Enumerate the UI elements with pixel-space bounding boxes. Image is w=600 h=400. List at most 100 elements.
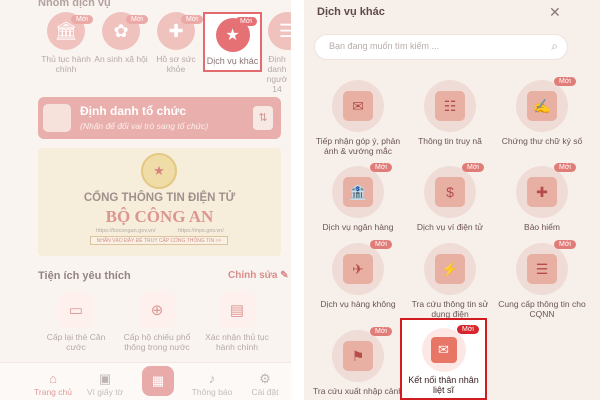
immigration-icon: ⚑ <box>343 341 373 371</box>
banner-line1: CỔNG THÔNG TIN ĐIỆN TỬ <box>83 192 236 204</box>
tab-label: Cài đặt <box>251 387 279 397</box>
service-label: Chứng thư chữ ký số <box>501 136 583 146</box>
tab-label: Trang chủ <box>34 387 72 397</box>
police-emblem-icon: ★ <box>141 153 177 189</box>
service-icon-bg: ✉ <box>332 80 384 132</box>
new-badge: Mới <box>370 163 392 172</box>
martyr-family-icon: ✉ <box>430 337 457 363</box>
tab-thong-bao[interactable]: ♪ Thông báo <box>187 371 237 397</box>
new-badge: Mới <box>71 15 93 24</box>
service-label: Cung cấp thông tin cho CQNN <box>498 299 586 319</box>
document-check-icon: ▤ <box>219 292 255 328</box>
service-label: Hồ sơ sức khỏe <box>156 54 196 74</box>
gear-icon: ⚙ <box>259 371 271 386</box>
org-identity-card[interactable]: Định danh tổ chức (Nhấn để đổi vai trò s… <box>38 97 281 139</box>
service-thong-tin-truy-na[interactable]: ☷ Thông tin truy nã <box>404 80 496 146</box>
service-cung-cap-thong-tin-cqnn[interactable]: Mới ☰ Cung cấp thông tin cho CQNN <box>496 240 588 319</box>
service-icon-bg: ⚑ <box>332 330 384 382</box>
banner-site-2: https://mps.gov.vn/ <box>178 228 224 234</box>
service-dinh-danh[interactable]: ☰ Định danh ngườ 14 <box>262 12 291 94</box>
service-label: Định danh ngườ 14 <box>266 54 288 94</box>
search-icon: ⌕ <box>551 39 558 53</box>
service-ket-noi-than-nhan-liet-si[interactable]: Mới ✉ Kết nối thân nhân liệt sĩ <box>400 318 487 400</box>
other-services-sheet: Dịch vụ khác ✕ ⌕ ✉ Tiếp nhận góp ý, phản… <box>304 0 600 400</box>
digital-signature-icon: ✍ <box>527 91 557 121</box>
bell-icon: ♪ <box>208 371 216 386</box>
sheet-title: Dịch vụ khác <box>317 6 385 18</box>
service-dich-vu-khac[interactable]: Mới ★ Dịch vụ khác <box>203 12 262 72</box>
tab-trang-chu[interactable]: ⌂ Trang chủ <box>28 371 78 397</box>
info-share-icon: ☰ <box>527 254 557 284</box>
wanted-notice-icon: ☷ <box>435 91 465 121</box>
service-label: Bảo hiểm <box>524 222 560 232</box>
id-icon: ☰ <box>268 12 291 50</box>
section-title: Nhóm dịch vụ <box>38 0 111 9</box>
qr-icon: ▦ <box>151 373 165 388</box>
service-icon-bg: ✍ <box>516 80 568 132</box>
banner-line2: BỘ CÔNG AN <box>105 207 214 226</box>
new-badge: Mới <box>554 240 576 249</box>
service-chung-thu-chu-ky-so[interactable]: Mới ✍ Chứng thư chữ ký số <box>496 77 588 146</box>
service-icon-bg: ✉ <box>421 328 466 372</box>
service-label: Tra cứu thông tin sử dụng điện <box>411 299 489 319</box>
service-thong-tin-dien[interactable]: ⚡ Tra cứu thông tin sử dụng điện <box>404 243 496 319</box>
new-badge: Mới <box>457 325 479 334</box>
new-badge: Mới <box>554 163 576 172</box>
utility-xac-nhan-thu-tuc[interactable]: ▤ Xác nhận thủ tục hành chính <box>197 292 277 352</box>
service-label: Thông tin truy nã <box>418 136 482 146</box>
org-document-icon <box>43 104 71 132</box>
service-label: Dịch vụ ví điện tử <box>416 222 484 232</box>
feedback-mail-icon: ✉ <box>343 91 373 121</box>
qr-scan-button[interactable]: ▦ <box>142 366 174 396</box>
service-icon-bg: ☷ <box>424 80 476 132</box>
tab-vi-giay-to[interactable]: ▣ Ví giấy tờ <box>80 371 130 397</box>
edit-button[interactable]: Chỉnh sửa ✎ <box>228 270 289 281</box>
service-xuat-nhap-canh[interactable]: Mới ⚑ Tra cứu xuất nhập cảnh <box>312 327 404 396</box>
close-icon[interactable]: ✕ <box>549 4 561 21</box>
service-hang-khong[interactable]: Mới ✈ Dịch vụ hàng không <box>312 240 404 309</box>
utility-label: Cấp lại thẻ Căn cước <box>46 332 106 352</box>
pencil-icon: ✎ <box>280 270 289 281</box>
utilities-title: Tiện ích yêu thích <box>38 270 131 282</box>
electricity-icon: ⚡ <box>435 254 465 284</box>
service-label: Tiếp nhận góp ý, phản ánh & vướng mắc <box>315 136 401 156</box>
tab-label: Thông báo <box>191 387 233 397</box>
service-bao-hiem[interactable]: Mới ✚ Bảo hiểm <box>496 163 588 232</box>
service-an-sinh-xa-hoi[interactable]: Mới ✿ An sinh xã hội <box>91 12 151 64</box>
edit-label: Chỉnh sửa <box>228 270 278 281</box>
service-icon-bg: ✚ <box>516 166 568 218</box>
service-label: Dịch vụ khác <box>206 56 259 66</box>
service-ho-so-suc-khoe[interactable]: Mới ✚ Hồ sơ sức khỏe <box>146 12 206 74</box>
search-box[interactable]: ⌕ <box>314 34 568 60</box>
tab-label: Ví giấy tờ <box>86 387 124 397</box>
service-gop-y-phan-anh[interactable]: ✉ Tiếp nhận góp ý, phản ánh & vướng mắc <box>312 80 404 156</box>
service-icon-bg: 🏦 <box>332 166 384 218</box>
utility-label: Cấp hộ chiếu phổ thông trong nước <box>123 332 191 352</box>
service-icon-bg: $ <box>424 166 476 218</box>
tab-cai-dat[interactable]: ⚙ Cài đặt <box>240 371 290 397</box>
service-label: Dịch vụ hàng không <box>320 299 396 309</box>
search-input[interactable] <box>329 41 539 51</box>
service-label: Tra cứu xuất nhập cảnh <box>313 386 403 396</box>
service-label: Kết nối thân nhân liệt sĩ <box>408 375 479 395</box>
new-badge: Mới <box>370 240 392 249</box>
service-ngan-hang[interactable]: Mới 🏦 Dịch vụ ngân hàng <box>312 163 404 232</box>
banner-access-button[interactable]: NHẤN VÀO ĐÂY ĐỂ TRUY CẬP CỔNG THÔNG TIN … <box>90 236 228 245</box>
new-badge: Mới <box>462 163 484 172</box>
id-card-icon: ▭ <box>58 292 94 328</box>
service-vi-dien-tu[interactable]: Mới $ Dịch vụ ví điện tử <box>404 163 496 232</box>
service-icon-bg: ☰ <box>516 243 568 295</box>
new-badge: Mới <box>554 77 576 86</box>
new-badge: Mới <box>126 15 148 24</box>
utility-label: Xác nhận thủ tục hành chính <box>205 332 269 352</box>
swap-icon[interactable]: ⇅ <box>253 106 273 130</box>
service-thu-tuc-hanh-chinh[interactable]: Mới 🏛 Thủ tục hành chính <box>36 12 96 74</box>
utility-cap-lai-the[interactable]: ▭ Cấp lại thẻ Căn cước <box>36 292 116 352</box>
service-label: An sinh xã hội <box>94 54 148 64</box>
service-label: Dịch vụ ngân hàng <box>322 222 394 232</box>
org-title: Định danh tổ chức <box>80 104 187 118</box>
service-icon-bg: ⚡ <box>424 243 476 295</box>
portal-banner[interactable]: ★ CỔNG THÔNG TIN ĐIỆN TỬ BỘ CÔNG AN http… <box>38 148 281 256</box>
service-icon-bg: ✈ <box>332 243 384 295</box>
utility-cap-ho-chieu[interactable]: ⊕ Cấp hộ chiếu phổ thông trong nước <box>117 292 197 352</box>
